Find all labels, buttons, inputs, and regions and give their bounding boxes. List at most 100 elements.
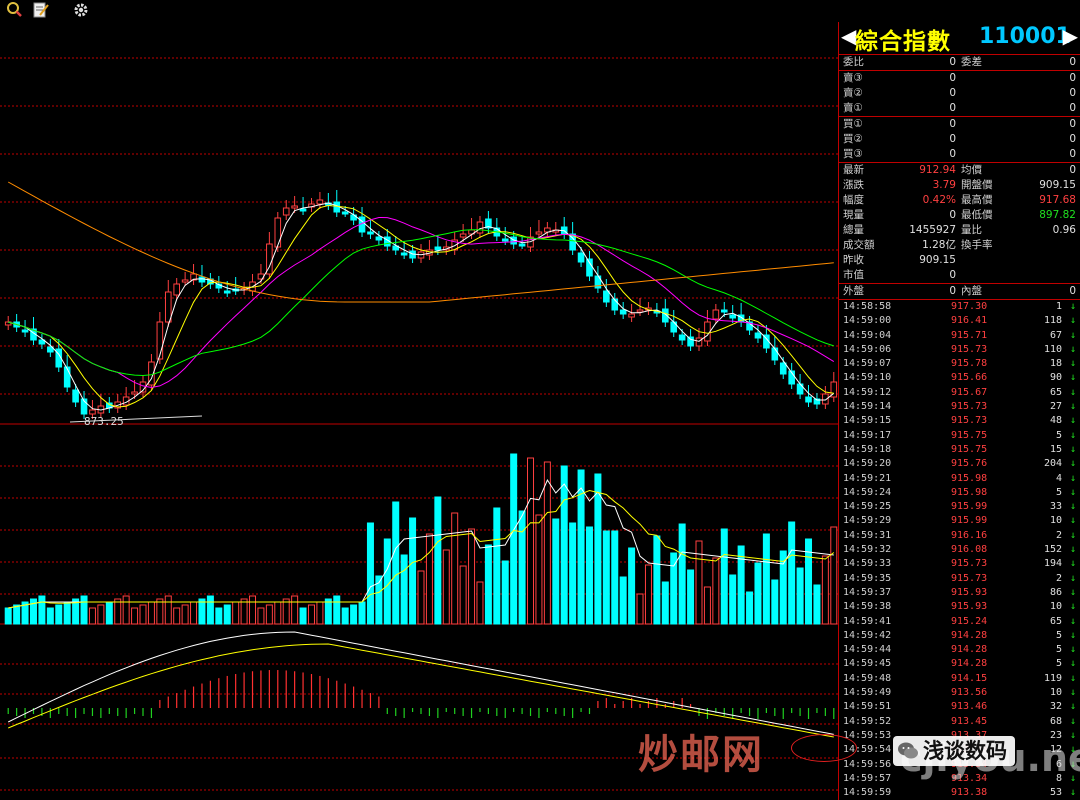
gear-icon[interactable] <box>72 1 90 19</box>
tick-row: 14:59:25 915.99 33 ↓ <box>839 500 1080 514</box>
tick-price: 914.28 <box>951 644 988 656</box>
volume-bar <box>720 528 728 625</box>
tick-time: 14:59:44 <box>843 644 892 656</box>
stats-label: 成交額 <box>843 239 875 251</box>
volume-bar <box>661 581 669 625</box>
edit-note-icon[interactable] <box>32 1 50 19</box>
tick-volume: 2 <box>1055 529 1062 541</box>
volume-bar <box>63 601 71 625</box>
candle-body <box>771 347 779 361</box>
search-chart-icon[interactable] <box>6 1 24 19</box>
tick-row: 14:59:48 914.15 119 ↓ <box>839 672 1080 686</box>
tick-time: 14:59:14 <box>843 401 892 413</box>
stats-row: 總量 1455927 量比 0.96 <box>839 223 1080 238</box>
volume-bar <box>527 457 535 625</box>
volume-bar <box>712 557 720 625</box>
volume-bar <box>240 598 248 625</box>
tick-price: 915.73 <box>951 401 988 413</box>
candle-body <box>586 258 593 277</box>
candle-body <box>181 279 189 283</box>
volume-bar <box>729 574 737 625</box>
tick-time: 14:59:24 <box>843 486 892 498</box>
down-arrow-icon: ↓ <box>1069 386 1076 398</box>
stats-value: 0 <box>949 269 956 281</box>
stats-label-2: 均價 <box>961 164 982 176</box>
candle-body <box>341 211 349 215</box>
tick-volume: 10 <box>1049 515 1062 527</box>
volume-bar <box>687 569 695 625</box>
tick-row: 14:59:42 914.28 5 ↓ <box>839 629 1080 643</box>
order-label: 賣③ <box>843 72 863 84</box>
tick-list[interactable]: 14:58:58 917.30 1 ↓ 14:59:00 916.41 118 ↓ 14:59:… <box>839 300 1080 800</box>
candle-body <box>805 396 812 403</box>
volume-bar <box>619 576 627 625</box>
volume-bar <box>409 517 417 625</box>
order-value-2: 0 <box>1069 72 1076 84</box>
volume-bar <box>703 586 711 625</box>
tick-price: 913.46 <box>951 701 988 713</box>
tick-time: 14:59:38 <box>843 601 892 613</box>
candle-body <box>712 309 720 320</box>
down-arrow-icon: ↓ <box>1069 301 1076 312</box>
low-marker-label: 873.25 <box>84 415 124 428</box>
tick-price: 915.24 <box>951 615 988 627</box>
toolbar <box>0 0 1080 22</box>
down-arrow-icon: ↓ <box>1069 615 1076 627</box>
down-arrow-icon: ↓ <box>1069 658 1076 670</box>
tick-time: 14:59:18 <box>843 443 892 455</box>
volume-bar <box>97 604 105 625</box>
stats-value: 1.28亿 <box>922 239 956 251</box>
candle-body <box>400 252 408 256</box>
volume-bar <box>611 530 619 625</box>
volume-bar <box>771 579 779 625</box>
kline-chart-area[interactable]: 873.25 <box>0 22 838 800</box>
volume-bar <box>493 507 501 625</box>
tick-row: 14:58:58 917.30 1 ↓ <box>839 300 1080 314</box>
tick-volume: 18 <box>1049 358 1062 370</box>
volume-bar <box>147 601 155 625</box>
tick-row: 14:59:00 916.41 118 ↓ <box>839 314 1080 328</box>
tick-time: 14:59:21 <box>843 472 892 484</box>
tick-time: 14:59:49 <box>843 687 892 699</box>
volume-bar <box>341 607 349 625</box>
tick-time: 14:59:25 <box>843 501 892 513</box>
tick-row: 14:59:33 915.73 194 ↓ <box>839 557 1080 571</box>
volume-bar <box>164 595 172 625</box>
tick-time: 14:59:37 <box>843 586 892 598</box>
tick-time: 14:59:17 <box>843 429 892 441</box>
next-stock-icon[interactable]: ▶ <box>1063 24 1078 48</box>
tick-price: 915.78 <box>951 358 988 370</box>
volume-bar <box>299 607 307 625</box>
volume-bar <box>535 514 543 625</box>
volume-bar <box>518 510 526 625</box>
stats-row: 市值 0 <box>839 268 1080 284</box>
volume-bar <box>644 564 652 625</box>
tick-time: 14:59:57 <box>843 772 892 784</box>
down-arrow-icon: ↓ <box>1069 501 1076 513</box>
tick-volume: 33 <box>1049 501 1062 513</box>
down-arrow-icon: ↓ <box>1069 687 1076 699</box>
order-label-2: 委差 <box>961 56 982 68</box>
tick-time: 14:59:31 <box>843 529 892 541</box>
order-row: 賣② 0 0 <box>839 86 1080 101</box>
tick-row: 14:59:24 915.98 5 ↓ <box>839 486 1080 500</box>
tick-volume: 5 <box>1055 658 1062 670</box>
volume-bar <box>813 584 821 625</box>
tick-price: 915.99 <box>951 501 988 513</box>
tick-price: 914.28 <box>951 658 988 670</box>
stats-value-2: 909.15 <box>1039 179 1076 191</box>
volume-bar <box>139 604 147 625</box>
candle-body <box>164 291 172 323</box>
tick-price: 915.67 <box>951 386 988 398</box>
order-label: 買① <box>843 118 863 130</box>
tick-volume: 90 <box>1049 372 1062 384</box>
order-label: 賣① <box>843 102 863 114</box>
down-arrow-icon: ↓ <box>1069 644 1076 656</box>
volume-bar <box>468 528 476 625</box>
stats-label-2: 最低價 <box>961 209 993 221</box>
volume-bar <box>510 453 518 625</box>
down-arrow-icon: ↓ <box>1069 415 1076 427</box>
volume-bar <box>206 595 214 625</box>
wechat-icon <box>898 742 918 759</box>
stats-value-2: 0.96 <box>1052 224 1076 236</box>
